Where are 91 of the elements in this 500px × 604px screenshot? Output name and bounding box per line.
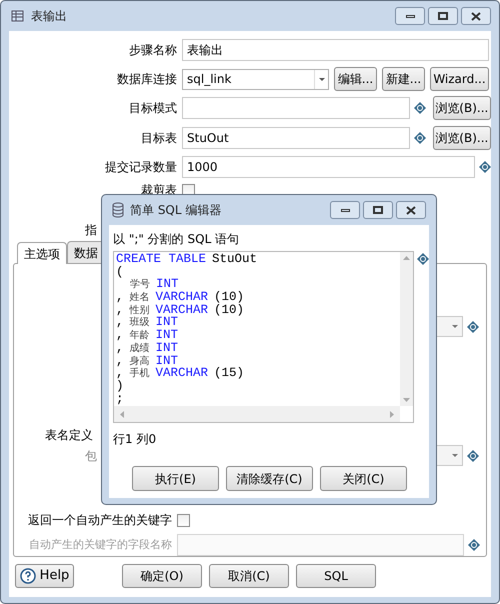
maximize-button[interactable] bbox=[363, 201, 393, 219]
sql-text: , bbox=[116, 367, 124, 380]
tab[interactable]: 主选项 bbox=[17, 242, 67, 264]
text-field[interactable]: 表输出 bbox=[182, 39, 489, 61]
editor-hint: 以 ";" 分割的 SQL 语句 bbox=[113, 231, 240, 246]
sql-keyword: INT bbox=[156, 354, 178, 368]
help-icon bbox=[20, 568, 36, 584]
sql-text: (15) bbox=[214, 367, 244, 380]
dialog-title: 简单 SQL 编辑器 bbox=[130, 202, 222, 219]
variable-icon bbox=[468, 539, 480, 551]
database-icon bbox=[112, 202, 124, 218]
scroll-left-icon bbox=[120, 410, 124, 418]
variable-icon bbox=[467, 320, 479, 332]
editor-button[interactable]: 执行(E) bbox=[132, 466, 219, 491]
minimize-button[interactable] bbox=[395, 7, 425, 25]
close-icon bbox=[406, 206, 416, 214]
sql-keyword: CREATE TABLE bbox=[116, 253, 206, 266]
field-label: 返回一个自动产生的关键字 bbox=[28, 512, 172, 529]
variable-icon bbox=[414, 132, 426, 144]
text-field[interactable] bbox=[177, 534, 464, 556]
dropdown-arrow-icon bbox=[452, 454, 458, 457]
field-label: 自动产生的关键字的字段名称 bbox=[29, 536, 172, 553]
maximize-button[interactable] bbox=[428, 7, 458, 25]
sql-keyword: INT bbox=[156, 278, 179, 292]
column-name: 班级 bbox=[130, 317, 150, 330]
field-label: 目标模式 bbox=[129, 100, 177, 117]
connection-dropdown[interactable]: sql_link bbox=[182, 68, 329, 90]
connection-button[interactable]: 编辑... bbox=[334, 67, 377, 91]
field-label: 表名定义 bbox=[45, 427, 93, 444]
sql-text: , bbox=[116, 291, 124, 304]
sql-keyword: VARCHAR bbox=[156, 367, 208, 380]
sql-editor[interactable]: CREATE TABLE StuOut ( 学号 INT , 姓名 VARCHAR (10) , 性别 VARCHAR (10) , 班级 INT , 年龄 INT , 成绩 INT , 身高 INT , 手机 VARCHAR (15) ) ; bbox=[113, 251, 414, 423]
variable-icon bbox=[414, 102, 426, 114]
connection-button[interactable]: Wizard... bbox=[430, 67, 489, 91]
table-icon bbox=[9, 9, 25, 23]
variable-icon bbox=[467, 450, 479, 462]
scroll-right-icon bbox=[390, 410, 394, 418]
vertical-scrollbar[interactable] bbox=[400, 252, 413, 406]
horizontal-scrollbar[interactable] bbox=[114, 406, 400, 422]
sql-text: (10) bbox=[214, 291, 244, 304]
minimize-button[interactable] bbox=[330, 201, 360, 219]
sql-keyword: INT bbox=[156, 316, 178, 330]
column-name: 学号 bbox=[130, 279, 150, 292]
sql-keyword: VARCHAR bbox=[156, 304, 208, 316]
sql-text: , bbox=[116, 354, 124, 368]
close-icon bbox=[471, 12, 481, 20]
column-name: 成绩 bbox=[130, 342, 150, 356]
dialog-button[interactable]: 确定(O) bbox=[122, 564, 202, 588]
column-name: 性别 bbox=[130, 304, 150, 316]
text-field[interactable] bbox=[182, 97, 410, 119]
field-label: 数据库连接 bbox=[117, 71, 177, 88]
dialog-button[interactable]: SQL bbox=[296, 564, 376, 588]
text-field[interactable]: StuOut bbox=[182, 127, 410, 149]
field-label: 提交记录数量 bbox=[105, 159, 177, 176]
close-button[interactable] bbox=[461, 7, 491, 25]
field-label: 指 bbox=[85, 222, 97, 239]
field-label: 包 bbox=[85, 448, 97, 464]
sql-text: , bbox=[116, 304, 124, 316]
column-name: 姓名 bbox=[130, 292, 150, 304]
text-field[interactable]: 1000 bbox=[182, 156, 475, 178]
dropdown-arrow-icon bbox=[318, 78, 324, 80]
connection-button[interactable]: 新建... bbox=[382, 67, 425, 91]
column-name: 年龄 bbox=[130, 330, 150, 342]
sql-text: , bbox=[116, 342, 124, 355]
scroll-up-icon bbox=[403, 256, 410, 260]
sql-keyword: INT bbox=[156, 329, 178, 342]
field-label: 目标表 bbox=[141, 130, 177, 147]
cursor-position: 行1 列0 bbox=[113, 431, 158, 446]
column-name: 身高 bbox=[130, 356, 150, 368]
editor-button[interactable]: 关闭(C) bbox=[320, 466, 407, 491]
help-button[interactable]: Help bbox=[15, 564, 74, 588]
browse-button[interactable]: 浏览(B)... bbox=[432, 126, 491, 150]
sql-text: , bbox=[116, 316, 124, 330]
dialog-button[interactable]: 取消(C) bbox=[209, 564, 289, 588]
column-name: 手机 bbox=[130, 368, 150, 381]
sql-keyword: INT bbox=[156, 342, 178, 355]
editor-button[interactable]: 清除缓存(C) bbox=[226, 466, 313, 491]
sql-text: StuOut bbox=[212, 253, 258, 266]
checkbox[interactable] bbox=[177, 514, 190, 526]
dropdown-arrow-icon bbox=[452, 325, 458, 328]
window-title: 表输出 bbox=[31, 8, 67, 25]
sql-keyword: VARCHAR bbox=[156, 291, 208, 304]
scroll-down-icon bbox=[403, 398, 410, 402]
close-button[interactable] bbox=[396, 201, 426, 219]
sql-text: , bbox=[116, 329, 124, 342]
sql-text: ) bbox=[116, 380, 124, 393]
sql-text: (10) bbox=[214, 304, 244, 316]
sql-text: ; bbox=[116, 392, 124, 406]
browse-button[interactable]: 浏览(B)... bbox=[432, 96, 491, 120]
sql-text: ( bbox=[116, 266, 124, 278]
field-label: 步骤名称 bbox=[129, 42, 177, 59]
